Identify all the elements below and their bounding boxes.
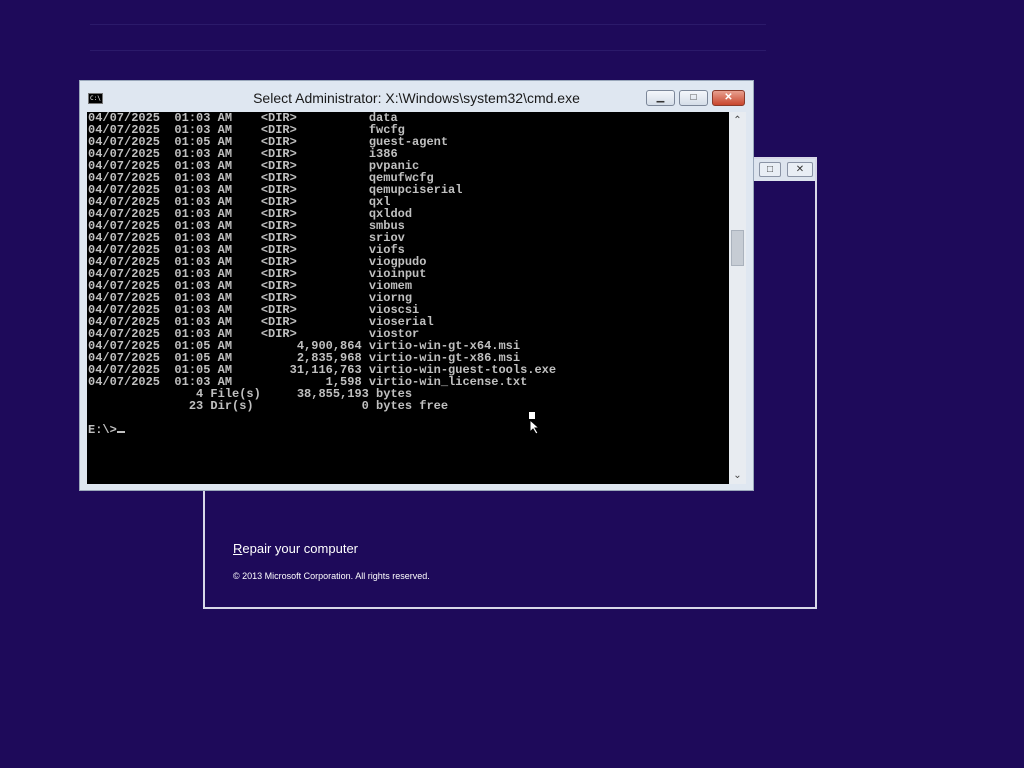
faint-divider-top	[90, 24, 766, 25]
console-line: 23 Dir(s) 0 bytes free	[88, 399, 449, 413]
command-prompt[interactable]: E:\>	[88, 424, 125, 436]
copyright-text: © 2013 Microsoft Corporation. All rights…	[233, 571, 430, 581]
close-icon: ✕	[724, 92, 733, 103]
chevron-down-icon: ⌄	[733, 470, 742, 481]
desktop: □ ✕ Repair your computer © 2013 Microsof…	[0, 0, 1024, 768]
close-button[interactable]: ✕	[712, 90, 745, 106]
mouse-pointer-icon	[529, 412, 541, 434]
chevron-up-icon: ⌃	[733, 115, 742, 126]
faint-divider-bottom	[90, 50, 766, 51]
minimize-icon: ▁	[656, 92, 665, 103]
setup-close-button[interactable]: ✕	[787, 162, 813, 177]
text-cursor	[116, 431, 125, 433]
cmd-window: C:\ Select Administrator: X:\Windows\sys…	[79, 80, 754, 491]
repair-link-accesskey: R	[233, 541, 243, 556]
console-output[interactable]: 04/07/2025 01:03 AM <DIR> data 04/07/2025…	[87, 112, 729, 484]
maximize-button[interactable]: □	[679, 90, 708, 106]
setup-restore-button[interactable]: □	[759, 162, 781, 177]
close-icon: ✕	[795, 164, 805, 175]
repair-your-computer-link[interactable]: Repair your computer	[233, 541, 358, 556]
scroll-thumb[interactable]	[731, 230, 744, 266]
minimize-button[interactable]: ▁	[646, 90, 675, 106]
scroll-up-arrow[interactable]: ⌃	[729, 112, 746, 129]
restore-icon: □	[766, 164, 774, 175]
maximize-icon: □	[690, 92, 697, 103]
cmd-titlebar[interactable]: C:\ Select Administrator: X:\Windows\sys…	[80, 81, 753, 112]
scroll-down-arrow[interactable]: ⌄	[729, 467, 746, 484]
repair-link-text: epair your computer	[242, 541, 359, 556]
prompt-text: E:\>	[88, 423, 117, 437]
vertical-scrollbar[interactable]: ⌃ ⌄	[729, 112, 746, 484]
